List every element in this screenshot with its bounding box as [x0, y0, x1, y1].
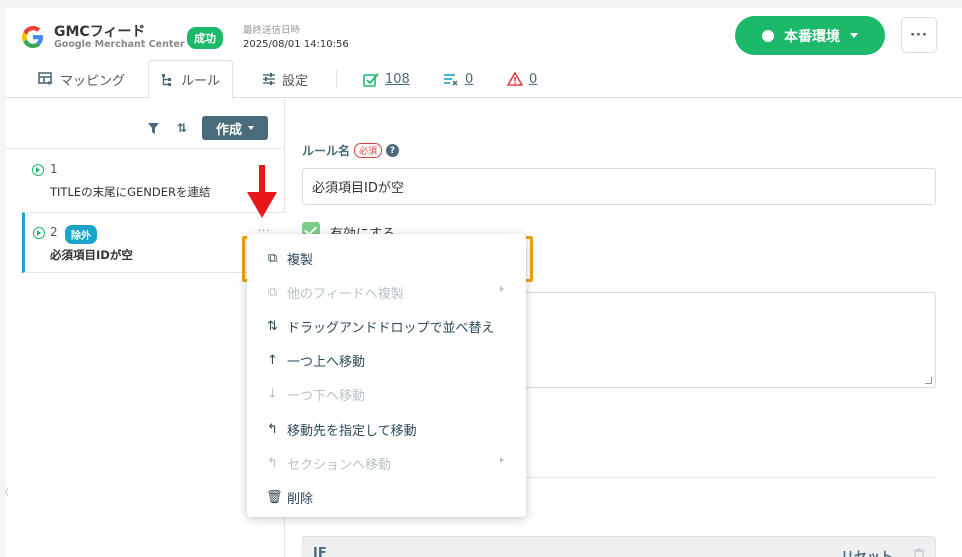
- rule-name-label-row: ルール名 必須 ?: [302, 142, 400, 159]
- required-badge: 必須: [354, 143, 383, 158]
- submenu-arrow-icon: [500, 457, 504, 463]
- tab-bar: マッピング ルール 設定 108 0 0: [6, 60, 962, 99]
- sort-icon: ⇅: [267, 318, 278, 334]
- if-label: IF: [313, 546, 327, 557]
- count-warn-link[interactable]: 0: [443, 60, 473, 98]
- if-condition-box: IF リセット: [302, 536, 936, 557]
- status-badge: 成功: [187, 27, 223, 49]
- menu-label: 一つ下へ移動: [287, 388, 366, 404]
- app-window: GMCフィード Google Merchant Center 成功 最終送信日時…: [6, 8, 962, 557]
- context-menu: ⧉ 複製 ⧉ 他のフィードへ複製 ⇅ ドラッグアンドドロップで並べ替え ↑ 一つ…: [247, 234, 526, 517]
- edge-glyph: 〈: [0, 488, 10, 498]
- reset-link[interactable]: リセット: [841, 546, 893, 557]
- submenu-arrow-icon: [500, 286, 504, 292]
- trash-icon: 🗑: [266, 489, 283, 505]
- menu-item-move-down: ↓ 一つ下へ移動: [247, 377, 526, 411]
- rule-name: TITLEの末尾にGENDERを連結: [50, 185, 211, 199]
- menu-label: 移動先を指定して移動: [287, 423, 417, 439]
- mapping-icon: [38, 72, 53, 86]
- menu-label: 他のフィードへ複製: [287, 286, 404, 302]
- annotation-arrow-head-icon: [247, 192, 277, 218]
- rules-icon: [162, 73, 171, 86]
- sort-icon[interactable]: ⇅: [177, 121, 187, 135]
- rule-item-1[interactable]: 1 TITLEの末尾にGENDERを連結: [22, 150, 285, 212]
- app-subtitle: Google Merchant Center: [54, 39, 185, 50]
- rule-name-label: ルール名: [302, 144, 351, 158]
- tab-settings-label: 設定: [282, 73, 309, 89]
- count-ok-link[interactable]: 108: [363, 60, 410, 98]
- env-dot-icon: [762, 29, 774, 42]
- chevron-down-icon: [248, 126, 254, 130]
- header-more-button[interactable]: ···: [901, 17, 937, 53]
- rule-list-toolbar: ⇅ 作成: [6, 99, 285, 149]
- list-remove-icon: [444, 74, 458, 86]
- menu-label: 一つ上へ移動: [287, 354, 366, 370]
- menu-item-move-up[interactable]: ↑ 一つ上へ移動: [247, 343, 526, 377]
- last-sent-value: 2025/08/01 14:10:56: [243, 39, 349, 50]
- menu-item-duplicate-to-feed: ⧉ 他のフィードへ複製: [247, 275, 526, 309]
- menu-item-move-to[interactable]: ↰ 移動先を指定して移動: [247, 412, 526, 446]
- rule-number: 2: [50, 225, 58, 239]
- menu-label: 複製: [287, 252, 314, 268]
- menu-item-move-to-section: ↰ セクションへ移動: [247, 446, 526, 480]
- annotation-arrow-shaft: [259, 165, 265, 195]
- count-warn: 0: [465, 71, 474, 87]
- last-sent-label: 最終送信日時: [243, 25, 301, 36]
- tab-mapping[interactable]: マッピング: [38, 60, 125, 98]
- rule-name: 必須項目IDが空: [50, 248, 133, 262]
- menu-label: ドラッグアンドドロップで並べ替え: [287, 320, 495, 336]
- help-icon[interactable]: ?: [386, 144, 400, 157]
- google-logo-icon: [22, 26, 43, 48]
- create-button-label: 作成: [215, 122, 242, 138]
- environment-label: 本番環境: [784, 28, 840, 45]
- undo-arrow-icon: ↰: [267, 421, 278, 437]
- app-title: GMCフィード: [54, 24, 146, 40]
- check-list-icon: [363, 72, 379, 87]
- chevron-down-icon: [850, 33, 858, 38]
- tab-rules[interactable]: ルール: [148, 60, 234, 99]
- play-icon: [32, 164, 44, 176]
- sliders-icon: [263, 73, 275, 85]
- rule-list-pane: ⇅ 作成 1 TITLEの末尾にGENDERを連結 2 除外 必須項目IDが空 …: [6, 99, 285, 557]
- undo-arrow-icon: ↰: [267, 455, 278, 471]
- play-icon: [33, 227, 45, 239]
- tab-settings[interactable]: 設定: [262, 60, 308, 98]
- tab-separator: [336, 70, 337, 88]
- create-button[interactable]: 作成: [202, 116, 268, 140]
- count-ok: 108: [385, 71, 410, 87]
- arrow-down-icon: ↓: [267, 386, 278, 402]
- rule-number: 1: [50, 162, 58, 176]
- exclude-badge: 除外: [65, 225, 97, 244]
- tab-rules-label: ルール: [181, 74, 221, 89]
- tab-mapping-label: マッピング: [60, 73, 126, 89]
- filter-icon[interactable]: [148, 123, 159, 134]
- count-error: 0: [529, 71, 538, 87]
- count-error-link[interactable]: 0: [507, 60, 537, 98]
- warning-icon: [507, 72, 523, 86]
- menu-item-delete[interactable]: 🗑 削除: [247, 480, 526, 514]
- rule-name-input[interactable]: 必須項目IDが空: [302, 168, 936, 205]
- trash-icon[interactable]: [913, 548, 925, 557]
- arrow-up-icon: ↑: [267, 352, 278, 368]
- resize-handle-icon[interactable]: [925, 377, 932, 384]
- environment-button[interactable]: 本番環境: [735, 16, 885, 55]
- menu-item-drag-sort[interactable]: ⇅ ドラッグアンドドロップで並べ替え: [247, 309, 526, 343]
- copy-icon: ⧉: [267, 284, 278, 300]
- menu-label: 削除: [287, 491, 314, 507]
- copy-icon: ⧉: [267, 250, 278, 266]
- menu-item-duplicate[interactable]: ⧉ 複製: [247, 241, 526, 275]
- menu-label: セクションへ移動: [287, 457, 392, 473]
